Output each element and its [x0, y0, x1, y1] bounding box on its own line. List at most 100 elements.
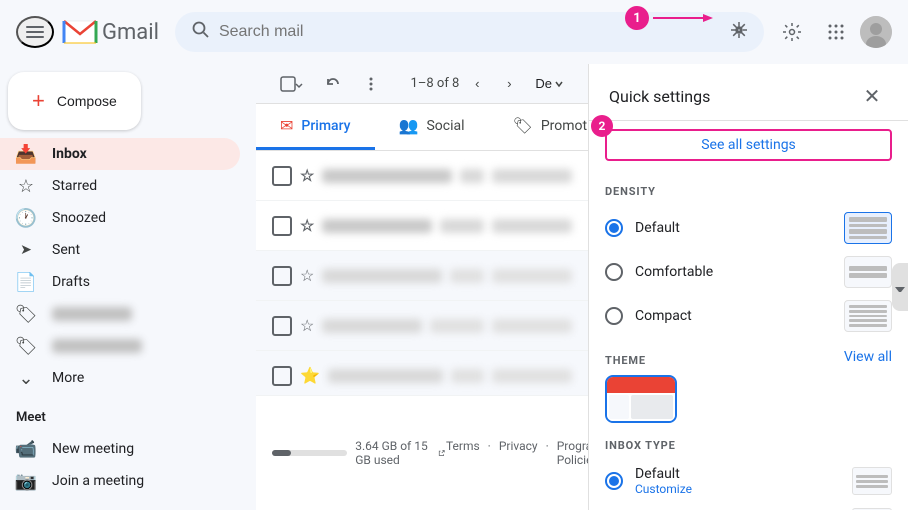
settings-button[interactable] [772, 12, 812, 52]
settings-icon [782, 22, 802, 42]
menu-button[interactable] [16, 16, 54, 48]
inbox-option-important[interactable]: Important first [605, 502, 892, 510]
inbox-default-radio[interactable] [605, 472, 623, 490]
row-star-icon[interactable]: ☆ [300, 216, 314, 235]
scroll-arrow[interactable] [892, 263, 908, 311]
search-options-icon[interactable] [730, 21, 748, 43]
row-checkbox[interactable] [272, 166, 292, 186]
row-sender [322, 219, 432, 233]
sidebar-item-more[interactable]: ⌄ More [0, 362, 240, 394]
theme-preview[interactable] [605, 375, 677, 423]
privacy-link[interactable]: Privacy [499, 439, 538, 467]
density-compact-radio[interactable] [605, 307, 623, 325]
sidebar-item-starred[interactable]: ☆ Starred [0, 170, 240, 202]
qs-header: Quick settings ✕ [589, 64, 908, 121]
sidebar-item-sent[interactable]: ➤ Sent [0, 234, 240, 266]
row-snippet [451, 369, 484, 383]
inbox-option-default[interactable]: Default Customize [605, 460, 892, 502]
row-checkbox[interactable] [272, 316, 292, 336]
prev-page-button[interactable]: ‹ [463, 70, 491, 98]
storage-bar [272, 450, 347, 456]
sidebar-item-drafts[interactable]: 📄 Drafts [0, 266, 240, 298]
theme-bottom [607, 393, 675, 421]
row-star-icon[interactable]: ☆ [300, 166, 314, 185]
table-row[interactable]: ☆ [256, 151, 588, 201]
density-comfortable[interactable]: Comfortable [605, 250, 892, 294]
label1-text [52, 307, 132, 321]
inbox-type-section-label: INBOX TYPE [605, 439, 892, 452]
density-default[interactable]: Default [605, 206, 892, 250]
table-row[interactable]: ☆ [256, 301, 588, 351]
storage-link-icon[interactable] [438, 447, 446, 459]
qs-close-button[interactable]: ✕ [856, 80, 888, 112]
density-comfortable-preview [844, 256, 892, 288]
row-date [492, 269, 572, 283]
inbox-type-dropdown-icon [554, 79, 564, 89]
email-rows: ☆ ☆ ☆ [256, 151, 588, 395]
search-bar[interactable] [175, 12, 764, 52]
row-date [492, 369, 572, 383]
view-all-themes-link[interactable]: View all [844, 349, 892, 365]
sent-icon: ➤ [16, 242, 36, 258]
snoozed-icon: 🕐 [16, 208, 36, 229]
density-default-radio[interactable] [605, 219, 623, 237]
inbox-customize-link[interactable]: Customize [635, 482, 692, 496]
sidebar: + Compose 📥 Inbox ☆ Starred 🕐 Snoozed ➤ … [0, 64, 256, 510]
row-date [492, 169, 572, 183]
table-row[interactable]: ⭐ [256, 351, 588, 395]
table-row[interactable]: ☆ [256, 201, 588, 251]
primary-tab-label: Primary [301, 118, 350, 134]
tab-promotions[interactable]: 🏷 Promotions [489, 104, 588, 150]
row-star-icon[interactable]: ⭐ [300, 366, 320, 385]
refresh-button[interactable] [316, 71, 350, 97]
select-all-button[interactable] [272, 72, 312, 96]
inbox-default-label: Default [635, 466, 692, 482]
density-comfortable-radio[interactable] [605, 263, 623, 281]
tab-social[interactable]: 👥 Social [375, 104, 489, 150]
row-snippet [440, 219, 484, 233]
row-star-icon[interactable]: ☆ [300, 266, 314, 285]
tab-primary[interactable]: ✉ Primary [256, 104, 375, 150]
density-compact[interactable]: Compact [605, 294, 892, 338]
sent-label: Sent [52, 242, 224, 258]
program-policies-link[interactable]: Program Policies [557, 439, 588, 467]
sidebar-item-new-meeting[interactable]: 📹 New meeting [0, 433, 240, 465]
hangouts-header: Hangouts + [0, 505, 256, 510]
theme-sidebar-preview [609, 395, 629, 419]
sidebar-item-label1[interactable]: 🏷 [0, 298, 240, 330]
avatar[interactable] [860, 16, 892, 48]
sidebar-item-label2[interactable]: 🏷 [0, 330, 240, 362]
row-snippet [430, 319, 484, 333]
inbox-type-button[interactable]: De [527, 72, 572, 95]
search-input[interactable] [219, 23, 722, 41]
sidebar-item-snoozed[interactable]: 🕐 Snoozed [0, 202, 240, 234]
sidebar-item-join-meeting[interactable]: 📷 Join a meeting [0, 465, 240, 497]
apps-button[interactable] [816, 12, 856, 52]
row-sender [322, 269, 442, 283]
qs-title: Quick settings [609, 87, 710, 106]
starred-label: Starred [52, 178, 224, 194]
row-star-icon[interactable]: ☆ [300, 316, 314, 335]
row-date [492, 219, 572, 233]
terms-link[interactable]: Terms [446, 439, 480, 467]
sidebar-item-inbox[interactable]: 📥 Inbox [0, 138, 240, 170]
footer-sep1: · [488, 439, 491, 467]
next-page-button[interactable]: › [495, 70, 523, 98]
density-comfortable-label: Comfortable [635, 264, 713, 280]
row-checkbox[interactable] [272, 266, 292, 286]
theme-top [607, 377, 675, 393]
footer-links: Terms · Privacy · Program Policies [446, 439, 588, 467]
table-row[interactable]: ☆ [256, 251, 588, 301]
search-icon [191, 20, 211, 44]
row-sender [328, 369, 443, 383]
topbar-actions [772, 12, 892, 52]
email-footer: 3.64 GB of 15 GB used Terms · Privacy · … [256, 395, 588, 510]
compose-button[interactable]: + Compose [8, 72, 141, 130]
see-all-settings-button[interactable]: See all settings [605, 129, 892, 161]
new-meeting-label: New meeting [52, 441, 224, 457]
inbox-icon: 📥 [16, 144, 36, 165]
email-list-area: 1–8 of 8 ‹ › De ✉ Primary 👥 Social [256, 64, 588, 510]
more-options-button[interactable] [354, 71, 388, 97]
row-checkbox[interactable] [272, 216, 292, 236]
row-checkbox[interactable] [272, 366, 292, 386]
